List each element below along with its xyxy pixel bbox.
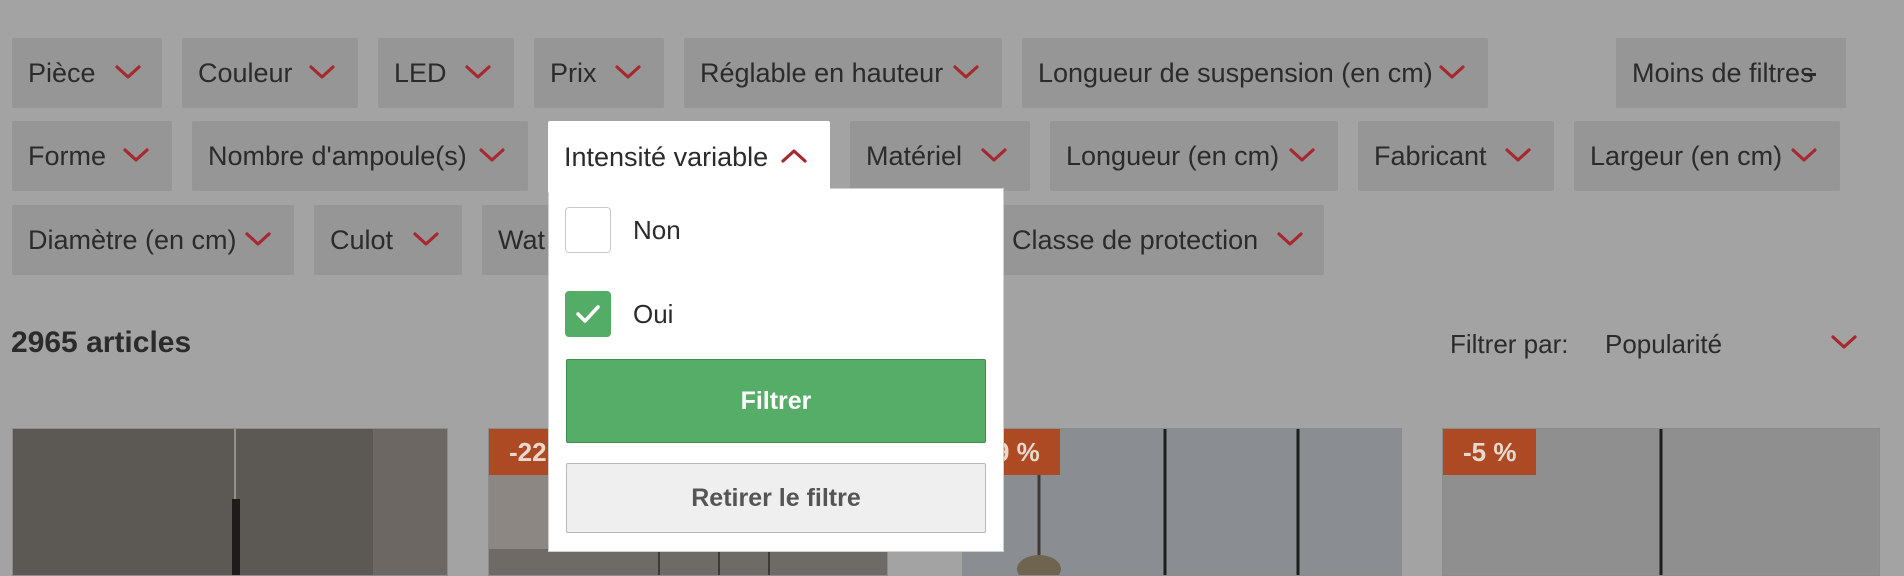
filter-fabricant[interactable]: Fabricant: [1358, 121, 1554, 191]
product-card[interactable]: [12, 428, 448, 576]
chevron-down-icon: [479, 148, 505, 162]
chevron-down-icon: [1289, 148, 1315, 162]
chevron-up-icon: [781, 149, 807, 163]
chevron-down-icon: [1505, 148, 1531, 162]
filter-led[interactable]: LED: [378, 38, 514, 108]
chevron-down-icon: [981, 148, 1007, 162]
filter-diametre[interactable]: Diamètre (en cm): [12, 205, 294, 275]
filter-longueur-suspension[interactable]: Longueur de suspension (en cm): [1022, 38, 1488, 108]
filter-apply-button[interactable]: Filtrer: [566, 359, 986, 443]
chevron-down-icon: [953, 65, 979, 79]
filter-culot[interactable]: Culot: [314, 205, 462, 275]
filter-label: Longueur de suspension (en cm): [1038, 57, 1433, 88]
check-icon: [576, 305, 600, 323]
chevron-down-icon: [1277, 232, 1303, 246]
intensite-dropdown-panel: Non Oui Filtrer Retirer le filtre: [548, 188, 1004, 552]
filter-nombre-ampoules[interactable]: Nombre d'ampoule(s): [192, 121, 528, 191]
filter-forme[interactable]: Forme: [12, 121, 172, 191]
remove-filter-button[interactable]: Retirer le filtre: [566, 463, 986, 533]
checkbox-oui[interactable]: [565, 291, 611, 337]
checkbox-non[interactable]: [565, 207, 611, 253]
option-label: Non: [633, 214, 681, 245]
filter-piece[interactable]: Pièce: [12, 38, 162, 108]
chevron-down-icon: [123, 148, 149, 162]
filter-label: LED: [394, 57, 447, 88]
chevron-down-icon: [245, 232, 271, 246]
discount-badge: -5 %: [1443, 429, 1537, 475]
filter-couleur[interactable]: Couleur: [182, 38, 358, 108]
results-count: 2965 articles: [11, 326, 192, 359]
filter-label: Réglable en hauteur: [700, 57, 944, 88]
filter-label: Diamètre (en cm): [28, 224, 237, 255]
filter-label: Classe de protection: [1012, 224, 1259, 255]
chevron-down-icon[interactable]: [1830, 333, 1858, 351]
product-card[interactable]: 9 %: [962, 428, 1402, 576]
filter-label: Fabricant: [1374, 140, 1487, 171]
filter-materiel[interactable]: Matériel: [850, 121, 1030, 191]
filter-label: Nombre d'ampoule(s): [208, 140, 467, 171]
filter-label: Wat: [498, 224, 545, 255]
option-non[interactable]: Non: [565, 207, 681, 253]
filter-reglable-hauteur[interactable]: Réglable en hauteur: [684, 38, 1002, 108]
chevron-down-icon: [1439, 65, 1465, 79]
chevron-down-icon: [413, 232, 439, 246]
filter-largeur[interactable]: Largeur (en cm): [1574, 121, 1840, 191]
chevron-down-icon: [309, 65, 335, 79]
filter-label: Forme: [28, 140, 107, 171]
option-oui[interactable]: Oui: [565, 291, 673, 337]
filter-intensite-variable[interactable]: Intensité variable: [548, 121, 830, 193]
chevron-down-icon: [465, 65, 491, 79]
filter-label: Pièce: [28, 57, 96, 88]
filter-label: Couleur: [198, 57, 293, 88]
filter-label: Largeur (en cm): [1590, 140, 1783, 171]
sort-label: Filtrer par:: [1450, 329, 1569, 359]
filter-label: Longueur (en cm): [1066, 140, 1280, 171]
chevron-down-icon: [615, 65, 641, 79]
less-filters-label: Moins de filtres: [1632, 57, 1814, 88]
chevron-down-icon: [1791, 148, 1817, 162]
product-card[interactable]: -5 %: [1442, 428, 1880, 576]
sort-select[interactable]: Popularité: [1605, 329, 1722, 360]
filter-prix[interactable]: Prix: [534, 38, 664, 108]
option-label: Oui: [633, 298, 674, 329]
filter-longueur[interactable]: Longueur (en cm): [1050, 121, 1338, 191]
minus-icon: [1804, 73, 1816, 76]
filter-label: Culot: [330, 224, 394, 255]
filter-label: Prix: [550, 57, 597, 88]
filter-label: Matériel: [866, 140, 963, 171]
filter-classe-protection[interactable]: Classe de protection: [990, 205, 1324, 275]
chevron-down-icon: [115, 65, 141, 79]
product-image: [13, 429, 447, 575]
less-filters-button[interactable]: Moins de filtres: [1616, 38, 1846, 108]
filter-label: Intensité variable: [564, 141, 769, 172]
